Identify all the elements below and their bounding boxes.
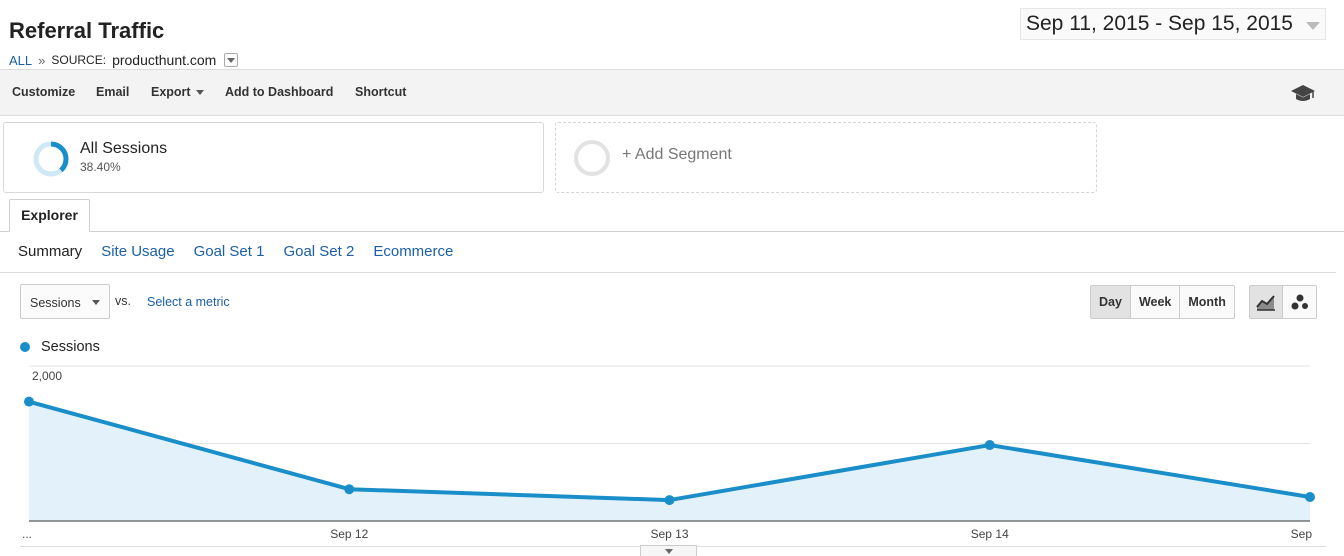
legend-dot [20, 342, 30, 352]
period-toggle: Day Week Month [1090, 285, 1235, 319]
export-button[interactable]: Export [151, 85, 204, 99]
x-tick-label: Sep [1291, 527, 1313, 541]
source-dropdown-button[interactable] [224, 53, 239, 67]
tab-explorer[interactable]: Explorer [9, 199, 90, 232]
y-tick-label: 2,000 [32, 369, 62, 383]
data-point [984, 440, 995, 451]
collapse-chart-button[interactable] [640, 545, 697, 556]
data-point [1305, 491, 1315, 502]
date-range-label: Sep 11, 2015 - Sep 15, 2015 [1026, 12, 1293, 35]
breadcrumb: ALL » SOURCE: producthunt.com [9, 52, 239, 68]
segment-placeholder-icon [574, 140, 610, 176]
period-day-button[interactable]: Day [1091, 286, 1131, 318]
x-tick-label: ... [22, 527, 32, 541]
breadcrumb-source-label: SOURCE: [51, 53, 107, 67]
breadcrumb-source-value: producthunt.com [112, 52, 217, 68]
subtab-goal-set-2[interactable]: Goal Set 2 [283, 243, 354, 260]
subtab-goal-set-1[interactable]: Goal Set 1 [194, 243, 265, 260]
primary-metric-value: Sessions [30, 296, 81, 310]
shortcut-button[interactable]: Shortcut [355, 85, 406, 99]
x-tick-label: Sep 14 [971, 527, 1009, 541]
data-point [344, 484, 355, 495]
subtab-summary[interactable]: Summary [18, 243, 82, 260]
add-to-dashboard-button[interactable]: Add to Dashboard [225, 85, 333, 99]
subtab-site-usage[interactable]: Site Usage [101, 243, 174, 260]
segment-card-all-sessions[interactable]: All Sessions 38.40% [3, 122, 544, 193]
period-week-button[interactable]: Week [1130, 286, 1181, 318]
line-chart-button[interactable] [1250, 286, 1283, 318]
export-label: Export [151, 85, 191, 99]
subtabs-divider [0, 272, 1336, 273]
report-toolbar: Customize Email Export Add to Dashboard … [0, 69, 1344, 116]
breadcrumb-separator: » [38, 52, 46, 68]
chart-legend: Sessions [20, 339, 100, 355]
data-point [664, 495, 675, 506]
motion-chart-icon [1291, 294, 1308, 310]
segment-ring-icon [33, 141, 69, 177]
chevron-down-icon [195, 90, 204, 96]
period-month-button[interactable]: Month [1180, 286, 1234, 318]
explorer-subtabs: Summary Site Usage Goal Set 1 Goal Set 2… [18, 243, 453, 260]
page-title: Referral Traffic [9, 18, 165, 43]
breadcrumb-all-link[interactable]: ALL [9, 53, 32, 68]
subtab-ecommerce[interactable]: Ecommerce [373, 243, 453, 260]
x-tick-label: Sep 13 [650, 527, 688, 541]
sessions-chart: 1,0002,000...Sep 12Sep 13Sep 14Sep [22, 365, 1315, 541]
add-segment-button[interactable]: + Add Segment [555, 122, 1097, 193]
graduation-cap-icon[interactable] [1290, 82, 1316, 104]
tabs-divider [0, 231, 1344, 232]
customize-button[interactable]: Customize [12, 85, 75, 99]
chevron-down-icon [1306, 22, 1320, 30]
email-button[interactable]: Email [96, 85, 129, 99]
vs-label: vs. [115, 294, 131, 308]
select-metric-link[interactable]: Select a metric [147, 295, 230, 309]
add-segment-label: + Add Segment [622, 146, 732, 163]
primary-metric-select[interactable]: Sessions [20, 284, 110, 319]
line-chart-icon [1256, 295, 1275, 311]
legend-label: Sessions [41, 339, 100, 355]
x-tick-label: Sep 12 [330, 527, 368, 541]
chart-type-toggle [1249, 285, 1317, 319]
chevron-down-icon [92, 300, 100, 305]
segment-percent: 38.40% [80, 160, 121, 174]
motion-chart-button[interactable] [1283, 286, 1316, 318]
segment-name: All Sessions [80, 140, 168, 157]
data-point [24, 396, 34, 407]
date-range-picker[interactable]: Sep 11, 2015 - Sep 15, 2015 [1020, 8, 1326, 40]
